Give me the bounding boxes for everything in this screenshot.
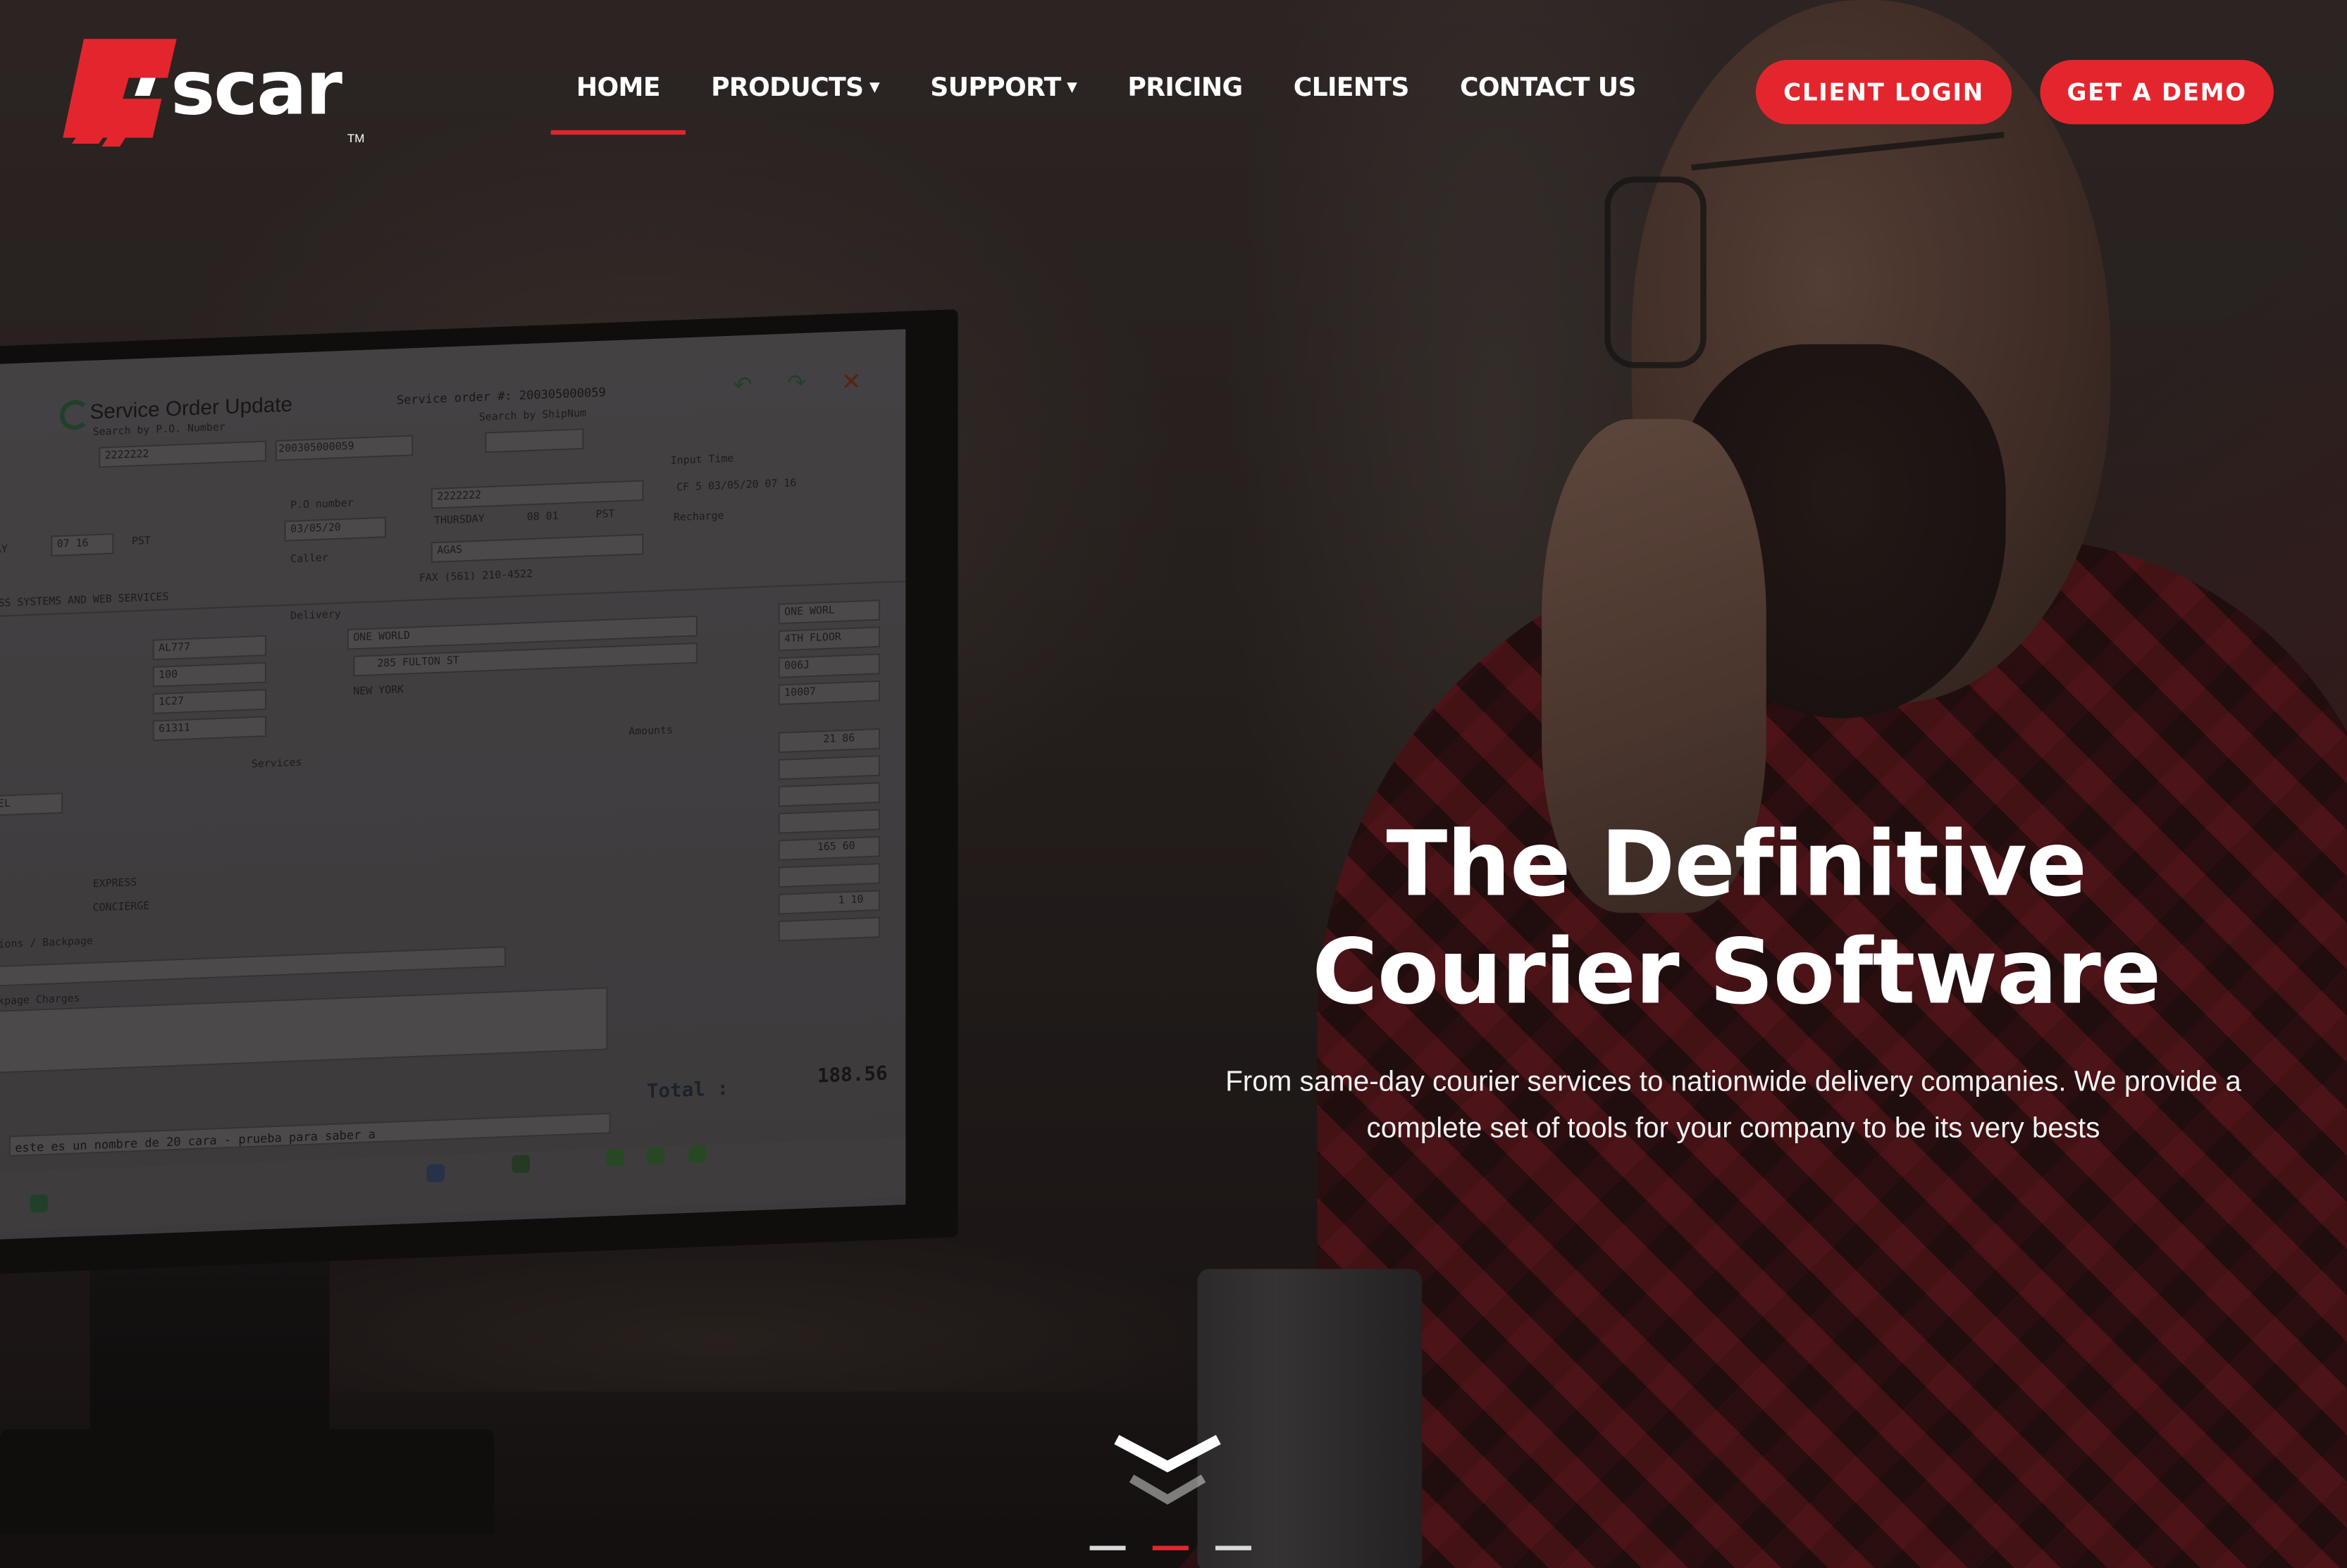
nav-item-home[interactable]: HOME [550,73,686,135]
chevron-down-icon[interactable] [1110,1431,1224,1514]
nav-item-contact-us[interactable]: CONTACT US [1435,73,1661,103]
brand-name: scar [171,44,342,132]
nav-item-products[interactable]: PRODUCTS ▼ [686,73,905,103]
get-demo-button[interactable]: GET A DEMO [2040,59,2274,125]
nav-item-label: SUPPORT [930,73,1061,104]
slider-pagination [1089,1545,1251,1550]
main-nav: HOME PRODUCTS ▼ SUPPORT ▼ PRICING CLIENTS … [550,66,1661,135]
hero-title: The Definitive Courier Software [1257,811,2215,1026]
slider-dot[interactable] [1152,1545,1189,1550]
hero-title-line-1: The Definitive [1386,812,2087,918]
nav-item-label: PRODUCTS [711,73,864,104]
nav-item-clients[interactable]: CLIENTS [1268,73,1435,103]
nav-item-pricing[interactable]: PRICING [1102,73,1268,103]
photo-overlay [0,0,2347,1568]
caret-down-icon: ▼ [1067,80,1077,96]
brand-logo-icon [63,39,177,147]
slider-dot[interactable] [1215,1545,1251,1550]
caret-down-icon: ▼ [869,80,880,96]
hero-subtitle: From same-day courier services to nation… [1225,1066,2241,1145]
nav-item-support[interactable]: SUPPORT ▼ [905,73,1102,103]
hero-title-line-2: Courier Software [1312,920,2161,1026]
brand-trademark: TM [347,131,365,146]
nav-item-label: CONTACT US [1459,73,1637,104]
nav-item-label: CLIENTS [1293,73,1410,104]
nav-item-label: HOME [576,73,661,104]
brand-logo[interactable]: scar TM [63,33,377,153]
nav-item-label: PRICING [1127,73,1243,104]
hero-section: Service Order Update Service order #: 20… [0,0,2347,1568]
client-login-button[interactable]: CLIENT LOGIN [1755,59,2012,125]
slider-dot[interactable] [1089,1545,1126,1550]
